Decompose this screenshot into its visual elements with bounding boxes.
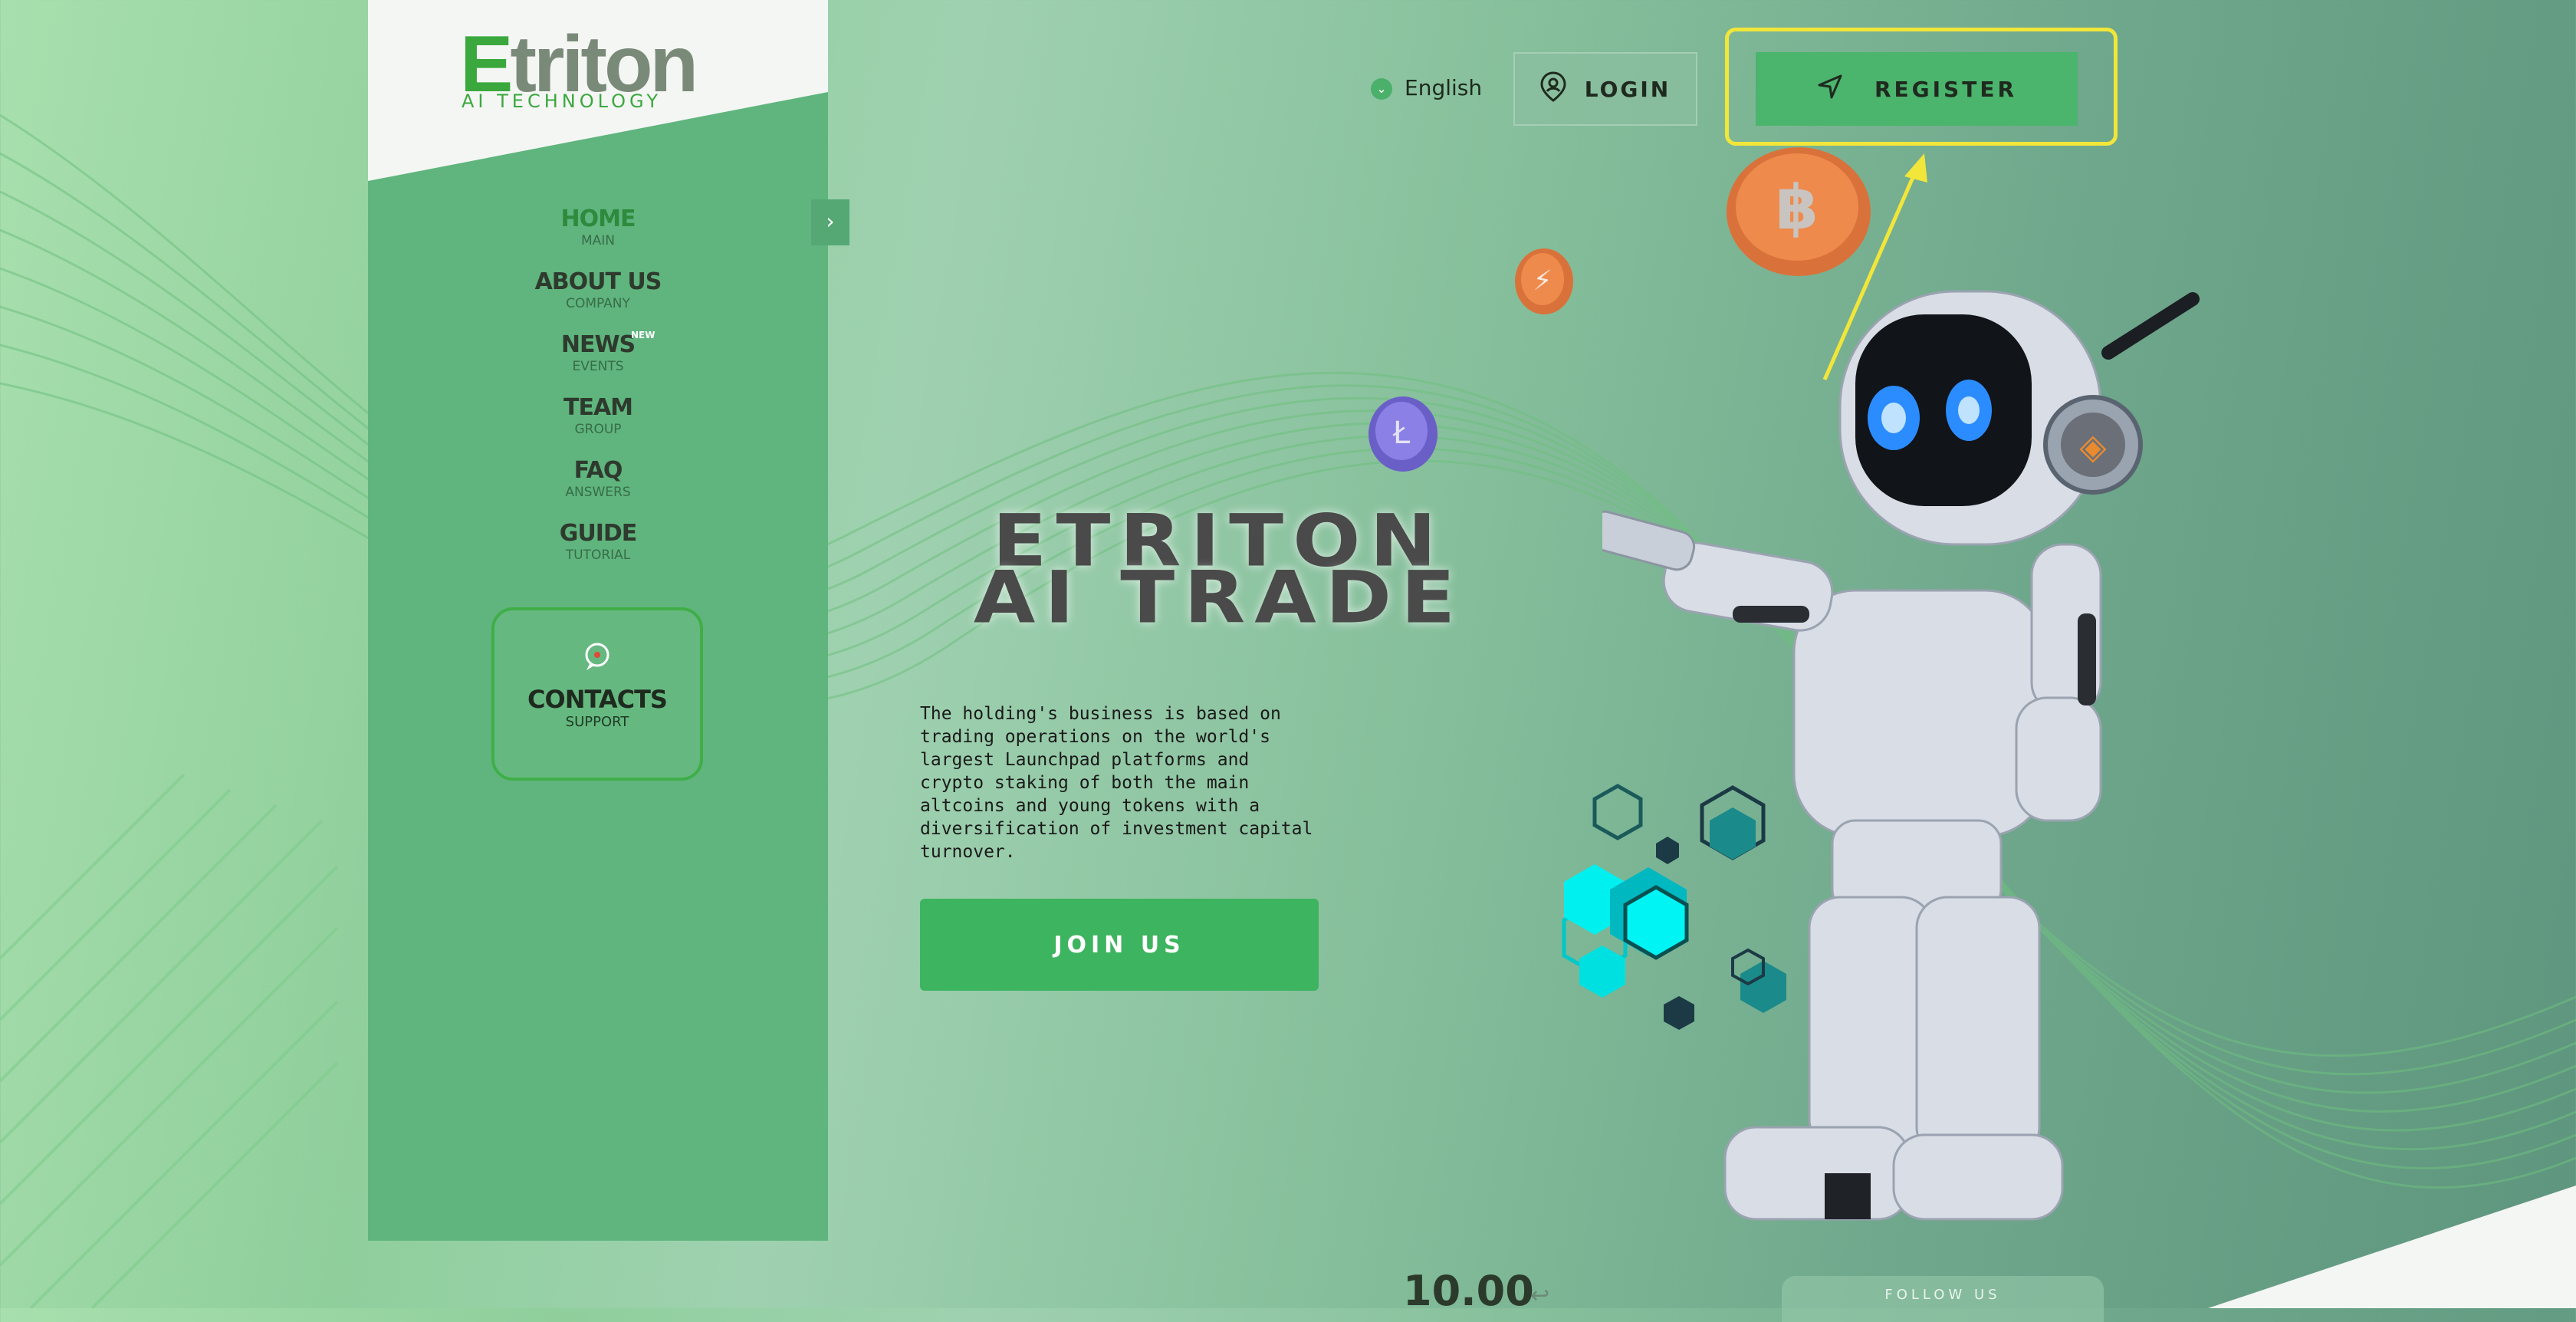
chevron-down-icon: ⌄ [1371, 78, 1392, 100]
nav-item-label: FAQ [573, 457, 623, 484]
nav-item-label: HOME [560, 206, 636, 232]
nav-item-sublabel: GROUP [574, 422, 622, 437]
contacts-label: CONTACTS [527, 685, 668, 714]
user-pin-icon [1540, 71, 1566, 107]
contacts-button[interactable]: CONTACTS SUPPORT [491, 607, 703, 781]
litecoin-coin-icon: Ł [1368, 396, 1438, 472]
nav-item-label: NEWS [560, 331, 636, 358]
nav-item-sublabel: MAIN [580, 233, 616, 248]
nav-item-sublabel: EVENTS [572, 359, 624, 374]
nav-item-home[interactable]: HOME MAIN [368, 206, 828, 268]
svg-text:◈: ◈ [2079, 426, 2107, 467]
nav-item-sublabel: ANSWERS [565, 485, 631, 500]
svg-text:฿: ฿ [1776, 172, 1819, 243]
new-badge: NEW [631, 330, 656, 340]
nav-item-sublabel: COMPANY [566, 296, 630, 311]
nav-item-team[interactable]: TEAM GROUP [368, 394, 828, 457]
nav-item-news[interactable]: NEWS NEW EVENTS [368, 330, 828, 394]
language-selector[interactable]: ⌄ English [1371, 75, 1482, 100]
svg-text:⚡: ⚡ [1533, 265, 1552, 297]
chat-bubble-icon [495, 641, 700, 679]
robot-illustration: ◈ [1602, 290, 2200, 1221]
nav-item-label: TEAM [563, 394, 633, 421]
corner-decoration [2208, 1186, 2576, 1308]
login-button[interactable]: LOGIN [1513, 52, 1697, 126]
small-coin-icon: ⚡ [1515, 248, 1573, 314]
nav-item-label: GUIDE [559, 520, 638, 547]
nav-item-about-us[interactable]: ABOUT US COMPANY [368, 268, 828, 331]
contacts-sublabel: SUPPORT [565, 714, 629, 730]
hero-title-line2: AI TRADE [973, 555, 1465, 640]
hero-title: ETRITON AI TRADE [897, 505, 1541, 640]
language-label: English [1405, 75, 1483, 100]
nav-item-sublabel: TUTORIAL [565, 548, 631, 563]
nav-item-faq[interactable]: FAQ ANSWERS [368, 457, 828, 520]
register-highlight-annotation [1725, 28, 2118, 146]
logo-tagline: AI TECHNOLOGY [462, 90, 662, 112]
back-arrow-icon[interactable]: ↩ [1530, 1282, 1549, 1309]
nav-item-guide[interactable]: GUIDE TUTORIAL [368, 520, 828, 583]
nav-item-label: ABOUT US [534, 268, 662, 295]
sidebar-nav: HOME MAIN ABOUT US COMPANY NEWS NEW EVEN… [368, 206, 828, 583]
svg-text:Ł: Ł [1392, 416, 1411, 451]
follow-us-tab[interactable]: FOLLOW US [1782, 1276, 2104, 1322]
bitcoin-coin-icon: ฿ [1727, 147, 1871, 276]
hero-description: The holding's business is based on tradi… [920, 704, 1313, 862]
join-us-button[interactable]: JOIN US [920, 899, 1319, 991]
login-label: LOGIN [1584, 76, 1671, 102]
